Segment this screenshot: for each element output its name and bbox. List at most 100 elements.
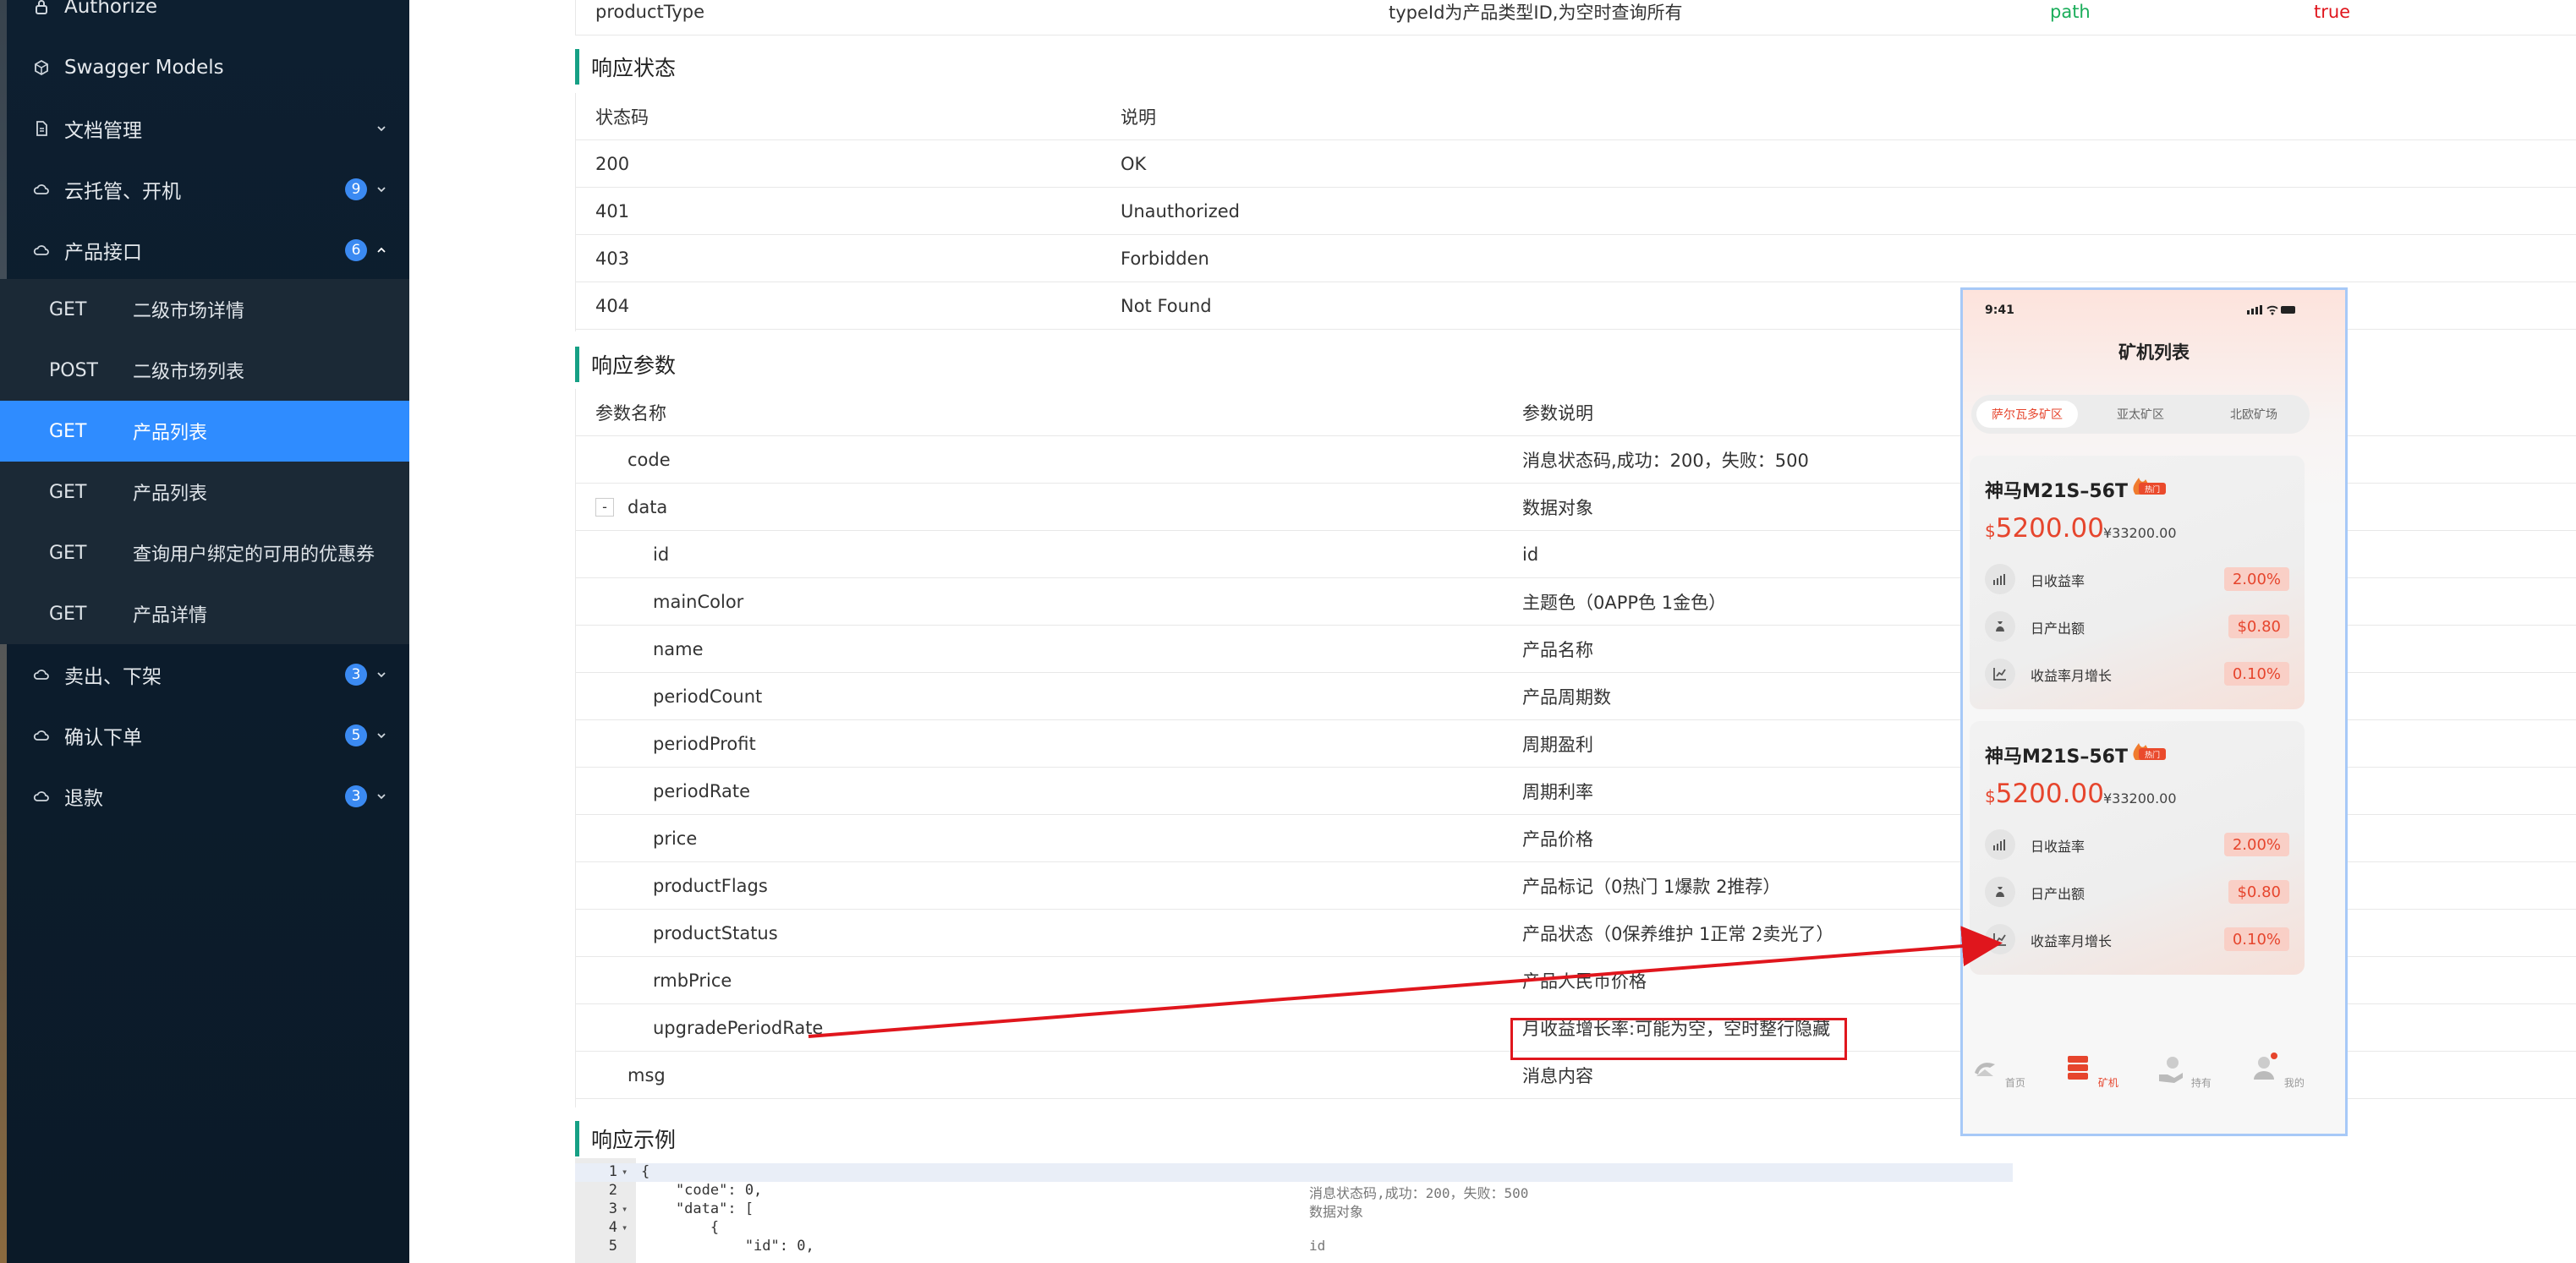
field-name: productFlags bbox=[653, 875, 768, 896]
code-text: { bbox=[641, 1163, 650, 1180]
field-desc: 产品名称 bbox=[1522, 639, 1593, 660]
line-number: 5 bbox=[608, 1238, 617, 1255]
section-title: 响应示例 bbox=[575, 1121, 676, 1156]
sidebar-item-label: 文档管理 bbox=[64, 120, 142, 142]
api-item-market-detail[interactable]: GET 二级市场详情 bbox=[0, 279, 409, 340]
miner-name: 神马M21S–56T bbox=[1985, 481, 2128, 502]
api-item-product-list[interactable]: GET 产品列表 bbox=[0, 462, 409, 522]
field-name: mainColor bbox=[653, 591, 744, 612]
original-price: ¥33200.00 bbox=[2103, 790, 2177, 806]
cloud-icon bbox=[32, 180, 51, 199]
money-bag-icon bbox=[1985, 877, 2015, 907]
collapse-toggle[interactable]: - bbox=[595, 497, 614, 517]
section-title: 响应状态 bbox=[575, 49, 676, 85]
chevron-down-icon bbox=[377, 126, 386, 132]
miner-card[interactable]: 神马M21S–56T 热门 $5200.00 ¥33200.00 日收益率 2.… bbox=[1970, 721, 2305, 975]
http-method: GET bbox=[49, 298, 87, 320]
price-value: 5200.00 bbox=[1995, 513, 2104, 544]
param-in: path bbox=[2050, 1, 2091, 22]
hot-badge-icon: 热门 bbox=[2133, 743, 2166, 760]
code-text: { bbox=[641, 1219, 720, 1236]
code-line: 3 ▾ "data": [ 数据对象 bbox=[575, 1200, 2013, 1220]
sidebar-item-doc-manage[interactable]: 文档管理 bbox=[0, 98, 409, 159]
stat-value: 0.10% bbox=[2223, 662, 2289, 686]
nav-home[interactable]: 首页 bbox=[1963, 1051, 2031, 1090]
tab-region-2[interactable]: 亚太矿区 bbox=[2090, 401, 2191, 428]
sidebar-item-cloud-hosting[interactable]: 云托管、开机 9 bbox=[0, 159, 409, 220]
field-desc: 消息内容 bbox=[1522, 1065, 1593, 1086]
sidebar-item-label: Authorize bbox=[64, 0, 158, 18]
phone-mockup: 9:41 矿机列表 萨尔瓦多矿区 亚太矿区 北欧矿场 神马M21S–56T 热门… bbox=[1960, 287, 2348, 1136]
status-desc: Unauthorized bbox=[1121, 200, 1240, 221]
stat-monthly-growth: 收益率月增长 0.10% bbox=[1985, 922, 2289, 956]
api-item-market-list[interactable]: POST 二级市场列表 bbox=[0, 340, 409, 401]
line-number: 1 bbox=[608, 1163, 617, 1180]
stat-value: 0.10% bbox=[2223, 927, 2289, 951]
api-title: 产品详情 bbox=[133, 605, 208, 626]
code-editor[interactable]: 1 ▾ { 2 "code": 0, 消息状态码,成功：200，失败：500 3… bbox=[575, 1158, 2576, 1263]
field-name: data bbox=[628, 496, 668, 517]
nav-miners[interactable]: 矿机 bbox=[2056, 1051, 2124, 1090]
sidebar-item-confirm-order[interactable]: 确认下单 5 bbox=[0, 705, 409, 766]
nav-profile[interactable]: 我的 bbox=[2242, 1051, 2310, 1090]
code-text: "data": [ bbox=[641, 1200, 754, 1217]
sidebar-item-sell-delist[interactable]: 卖出、下架 3 bbox=[0, 644, 409, 705]
hot-badge-icon: 热门 bbox=[2133, 478, 2166, 495]
sidebar-item-product-api[interactable]: 产品接口 6 bbox=[0, 220, 409, 281]
field-desc: 产品周期数 bbox=[1522, 686, 1611, 708]
status-code: 404 bbox=[595, 295, 630, 316]
line-number: 2 bbox=[608, 1182, 617, 1199]
api-title: 产品列表 bbox=[133, 484, 208, 505]
stat-monthly-growth: 收益率月增长 0.10% bbox=[1985, 657, 2289, 691]
api-title: 查询用户绑定的可用的优惠券 bbox=[133, 544, 375, 566]
hot-badge-text: 热门 bbox=[2145, 484, 2160, 495]
column-header: 说明 bbox=[1121, 107, 1156, 128]
tab-region-3[interactable]: 北欧矿场 bbox=[2203, 401, 2305, 428]
cloud-icon bbox=[32, 726, 51, 745]
field-desc: 周期盈利 bbox=[1522, 734, 1593, 755]
stat-daily-output: 日产出额 $0.80 bbox=[1985, 875, 2289, 909]
nav-label: 持有 bbox=[2190, 1077, 2212, 1089]
currency-symbol: $ bbox=[1985, 786, 1996, 806]
field-name: periodCount bbox=[653, 686, 763, 707]
count-badge: 3 bbox=[345, 664, 367, 686]
status-code: 401 bbox=[595, 200, 630, 221]
sidebar-item-authorize[interactable]: Authorize bbox=[0, 0, 409, 37]
stat-label: 收益率月增长 bbox=[2031, 668, 2113, 684]
api-item-product-list-active[interactable]: GET 产品列表 bbox=[0, 401, 409, 462]
sidebar-item-label: Swagger Models bbox=[64, 57, 224, 79]
line-number: 4 bbox=[608, 1219, 617, 1236]
nav-label: 矿机 bbox=[2097, 1077, 2118, 1089]
currency-symbol: $ bbox=[1985, 521, 1996, 541]
param-desc: typeId为产品类型ID,为空时查询所有 bbox=[1389, 2, 1683, 23]
miner-card[interactable]: 神马M21S–56T 热门 $5200.00 ¥33200.00 日收益率 2.… bbox=[1970, 456, 2305, 709]
chevron-down-icon bbox=[377, 733, 386, 739]
fold-toggle[interactable]: ▾ bbox=[622, 1222, 628, 1233]
param-required: true bbox=[2314, 1, 2351, 22]
code-text: "code": 0, bbox=[641, 1182, 763, 1199]
lock-icon bbox=[32, 0, 51, 16]
stat-label: 日产出额 bbox=[2031, 621, 2085, 637]
api-item-product-detail[interactable]: GET 产品详情 bbox=[0, 583, 409, 644]
hot-badge-text: 热门 bbox=[2145, 750, 2160, 760]
cloud-icon bbox=[32, 241, 51, 260]
tab-region-1[interactable]: 萨尔瓦多矿区 bbox=[1976, 401, 2078, 428]
count-badge: 5 bbox=[345, 724, 367, 746]
table-row: 403 Forbidden bbox=[575, 235, 2576, 282]
api-item-user-coupons[interactable]: GET 查询用户绑定的可用的优惠券 bbox=[0, 522, 409, 583]
stat-daily-output: 日产出额 $0.80 bbox=[1985, 610, 2289, 643]
nav-holdings[interactable]: 持有 bbox=[2149, 1051, 2217, 1090]
field-desc: 产品人民币价格 bbox=[1522, 970, 1647, 992]
status-code: 200 bbox=[595, 153, 630, 174]
code-line: 1 ▾ { bbox=[575, 1163, 2013, 1182]
fold-toggle[interactable]: ▾ bbox=[622, 1166, 628, 1178]
sidebar-item-refund[interactable]: 退款 3 bbox=[0, 766, 409, 827]
sidebar-item-swagger-models[interactable]: Swagger Models bbox=[0, 37, 409, 98]
fold-toggle[interactable]: ▾ bbox=[622, 1203, 628, 1215]
api-title: 二级市场列表 bbox=[133, 362, 245, 383]
status-code: 403 bbox=[595, 248, 630, 269]
field-desc: 主题色（0APP色 1金色） bbox=[1522, 592, 1727, 613]
cloud-icon bbox=[32, 665, 51, 684]
field-desc: 数据对象 bbox=[1522, 497, 1593, 518]
stat-value: $0.80 bbox=[2228, 880, 2289, 904]
